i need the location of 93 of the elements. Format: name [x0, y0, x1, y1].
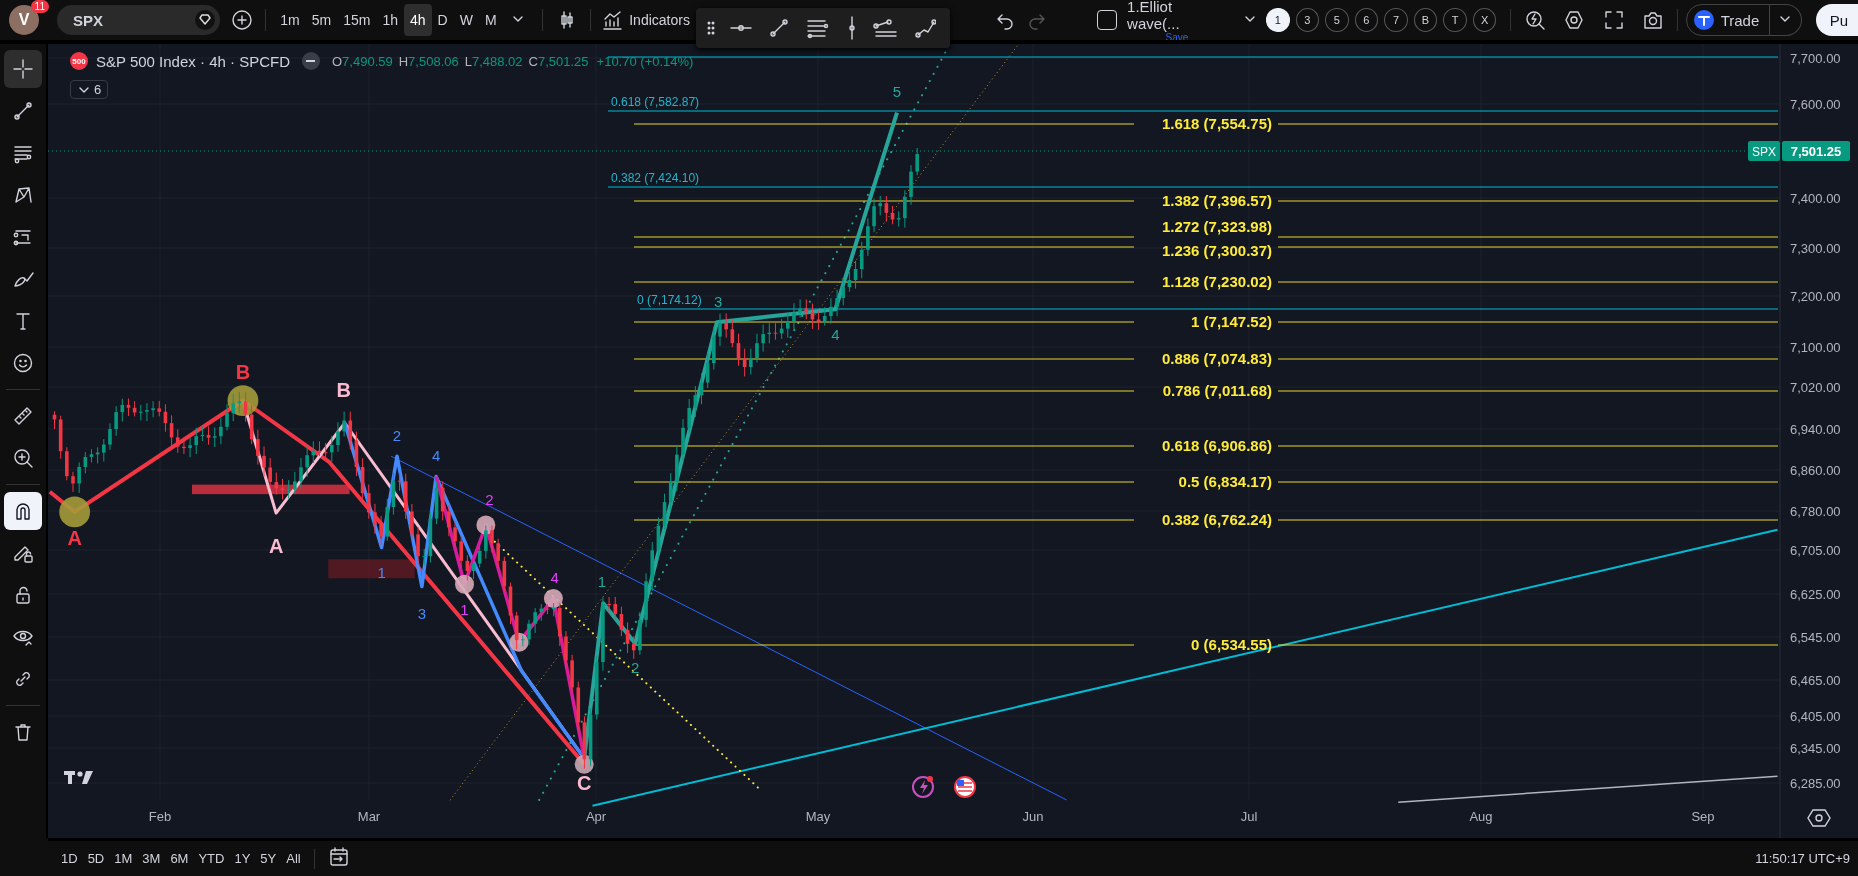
time-axis-label: May: [805, 809, 831, 824]
time-axis-label: Feb: [148, 809, 172, 824]
fib-level-label: 0.382 (6,762.24): [1161, 511, 1272, 528]
price-axis-label: 7,400.00: [1790, 191, 1841, 206]
wave-label: B: [235, 361, 251, 384]
interval-tab[interactable]: 15m: [337, 4, 377, 36]
fib-level-label: 1.236 (7,300.37): [1161, 242, 1272, 259]
index-badge: 500: [70, 52, 88, 70]
wave-label: B: [336, 379, 351, 402]
price-axis-label: 7,020.00: [1790, 380, 1841, 395]
wave-label: 2: [485, 490, 494, 508]
wave-label: A: [67, 527, 82, 550]
fib-level-label: 0.886 (7,074.83): [1161, 350, 1272, 367]
fib-level-label: 0 (6,534.55): [1191, 636, 1272, 653]
interval-tab[interactable]: 1h: [376, 4, 404, 36]
range-button[interactable]: YTD: [193, 847, 230, 870]
notification-badge: 11: [30, 0, 49, 13]
clock-time: 11:50:17 UTC+9: [1755, 851, 1850, 866]
wave-label: 1: [460, 601, 469, 619]
last-price-label: 7,501.25: [1782, 141, 1850, 161]
ohlc-value: O7,490.59: [332, 53, 393, 69]
range-button[interactable]: 1M: [109, 847, 138, 870]
wave-label: 2: [631, 659, 640, 677]
time-axis-label: Mar: [357, 809, 381, 824]
price-axis-label: 7,600.00: [1790, 97, 1841, 112]
wave-label: 4: [550, 569, 559, 587]
fib-level-label: 0.5 (6,834.17): [1178, 473, 1272, 490]
save-link[interactable]: Save: [1165, 31, 1189, 40]
price-axis-label: 7,700.00: [1790, 51, 1841, 66]
fib-level-label: 1.128 (7,230.02): [1161, 273, 1272, 290]
wave-label: A: [268, 535, 284, 558]
layout-tab[interactable]: 1: [1266, 8, 1290, 32]
fib-level-label: 0.786 (7,011.68): [1162, 382, 1272, 399]
interval-tab[interactable]: M: [478, 4, 503, 36]
range-button[interactable]: 5D: [82, 847, 110, 870]
wave-label: 3: [713, 293, 723, 310]
interval-tab[interactable]: 4h: [404, 4, 432, 36]
range-button[interactable]: 3M: [137, 847, 166, 870]
time-axis-label: Jun: [1022, 809, 1044, 824]
price-axis-label: 6,465.00: [1790, 673, 1841, 688]
symbol-title: S&P 500 Index · 4h · SPCFD: [96, 52, 290, 70]
interval-tab[interactable]: W: [453, 4, 479, 36]
wave-label: 1: [377, 564, 386, 582]
time-axis-label: Aug: [1469, 809, 1493, 824]
price-axis-label: 6,545.00: [1790, 630, 1841, 645]
indicators-button[interactable]: Indicators: [599, 4, 692, 36]
price-change: +10.70 (+0.14%): [596, 53, 694, 69]
price-axis-label: 6,405.00: [1790, 709, 1841, 724]
ohlc-value: C7,501.25: [528, 53, 589, 69]
symbol-search-field[interactable]: SPX: [57, 5, 220, 35]
price-axis-label: 6,345.00: [1790, 741, 1841, 756]
interval-tab[interactable]: D: [431, 4, 454, 36]
price-axis-label: 6,705.00: [1790, 543, 1841, 558]
wave-label: 3: [417, 604, 427, 622]
fib-level-label: 1.618 (7,554.75): [1161, 115, 1272, 132]
wave-label: 4: [831, 326, 840, 344]
fib-level-label: 0.618 (6,906.86): [1161, 437, 1272, 454]
fib-level-label: 0.618 (7,582.87): [611, 95, 700, 109]
price-axis-label: 6,860.00: [1790, 463, 1841, 478]
price-axis-label: 6,940.00: [1790, 422, 1841, 437]
range-button[interactable]: 6M: [165, 847, 194, 870]
interval-tab[interactable]: 5m: [305, 4, 338, 36]
range-button[interactable]: 1D: [56, 847, 83, 870]
wave-label: 2: [392, 426, 402, 444]
wave-label: 1: [597, 572, 607, 590]
fib-level-label: 0 (7,174.12): [637, 293, 702, 307]
time-axis-label: Jul: [1240, 809, 1258, 824]
fib-level-label: 1 (7,147.52): [1191, 313, 1272, 330]
price-axis-label: 7,200.00: [1790, 289, 1841, 304]
wave-label: 4: [431, 447, 441, 465]
ohlc-value: H7,508.06: [398, 53, 459, 69]
time-axis-label: Apr: [585, 809, 607, 824]
fib-level-label: 0.382 (7,424.10): [611, 171, 700, 185]
interval-tab[interactable]: 1m: [274, 4, 306, 36]
ohlc-value: L7,488.02: [464, 53, 523, 69]
wave-label: C: [577, 772, 592, 795]
price-axis-label: 7,100.00: [1790, 340, 1841, 355]
symbol-price-tag: SPX: [1748, 141, 1780, 161]
range-button[interactable]: 5Y: [255, 847, 282, 870]
indicators-toggle-button[interactable]: 6: [70, 80, 109, 99]
price-axis-label: 6,625.00: [1790, 587, 1841, 602]
range-button[interactable]: All: [281, 847, 306, 870]
layout-name[interactable]: 1.Elliot wave(...: [1127, 0, 1227, 32]
price-axis-label: 6,285.00: [1790, 776, 1841, 791]
price-axis-label: 6,780.00: [1790, 504, 1841, 519]
wave-label: 5: [892, 83, 902, 101]
fib-level-label: 1.382 (7,396.57): [1161, 192, 1272, 209]
fib-level-label: 1.272 (7,323.98): [1161, 218, 1272, 235]
price-axis-label: 7,300.00: [1790, 241, 1841, 256]
publish-button[interactable]: Pu: [1815, 4, 1858, 36]
symbol-text: SPX: [73, 11, 103, 29]
range-button[interactable]: 1Y: [229, 847, 256, 870]
time-axis-label: Sep: [1691, 809, 1715, 824]
